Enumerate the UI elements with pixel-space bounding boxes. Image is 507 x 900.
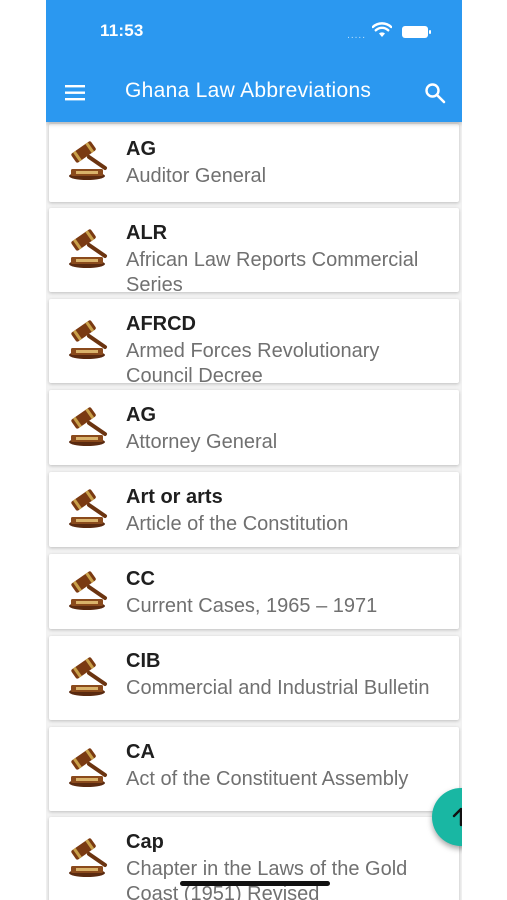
gavel-icon [69, 407, 107, 446]
abbreviation-meaning: Article of the Constitution [126, 513, 349, 535]
wifi-icon [372, 22, 392, 37]
abbreviation-label: CIB [126, 650, 161, 672]
gavel-icon [69, 657, 107, 696]
phone-screen: 11:53 ..... Ghana Law Abbreviations AG Au… [46, 0, 462, 900]
abbreviation-label: Art or arts [126, 486, 223, 508]
abbreviation-meaning: Current Cases, 1965 – 1971 [126, 595, 378, 617]
list-item[interactable]: CC Current Cases, 1965 – 1971 [49, 554, 459, 629]
menu-icon[interactable] [65, 82, 87, 104]
gavel-icon [69, 320, 107, 359]
list-item[interactable]: Cap Chapter in the Laws of the Gold Coast… [49, 817, 459, 900]
abbreviation-meaning: Armed Forces Revolutionary Council Decre… [126, 340, 380, 387]
list-item[interactable]: AG Auditor General [49, 124, 459, 202]
list-item[interactable]: CA Act of the Constituent Assembly [49, 727, 459, 811]
gavel-icon [69, 141, 107, 180]
gavel-icon [69, 229, 107, 268]
app-bar: 11:53 ..... Ghana Law Abbreviations [46, 0, 462, 122]
abbreviation-label: AFRCD [126, 313, 196, 335]
list-item[interactable]: Art or arts Article of the Constitution [49, 472, 459, 547]
abbreviation-label: CA [126, 741, 155, 763]
page-title: Ghana Law Abbreviations [125, 79, 372, 102]
abbreviation-meaning: Attorney General [126, 431, 278, 453]
abbreviation-meaning: Chapter in the Laws of the Gold Coast (1… [126, 858, 408, 900]
abbreviation-meaning: Act of the Constituent Assembly [126, 768, 409, 790]
abbreviation-label: Cap [126, 831, 164, 853]
abbreviation-label: ALR [126, 222, 168, 244]
status-time: 11:53 [100, 21, 144, 40]
list-item[interactable]: AFRCD Armed Forces Revolutionary Council … [49, 299, 459, 387]
abbreviation-label: CC [126, 568, 155, 590]
list-item[interactable]: CIB Commercial and Industrial Bulletin [49, 636, 459, 720]
list-item[interactable]: AG Attorney General [49, 390, 459, 465]
gavel-icon [69, 838, 107, 877]
list-item[interactable]: ALR African Law Reports Commercial Series [49, 208, 459, 296]
gavel-icon [69, 748, 107, 787]
gavel-icon [69, 489, 107, 528]
arrow-up-icon [452, 807, 462, 827]
battery-icon [402, 26, 431, 38]
gavel-icon [69, 571, 107, 610]
home-indicator [180, 881, 330, 886]
abbreviation-meaning: African Law Reports Commercial Series [126, 249, 419, 296]
abbreviation-meaning: Commercial and Industrial Bulletin [126, 677, 430, 699]
search-icon[interactable] [424, 82, 446, 104]
signal-dots: ..... [347, 30, 366, 41]
abbreviation-label: AG [126, 138, 156, 160]
abbreviation-label: AG [126, 404, 156, 426]
abbreviation-meaning: Auditor General [126, 165, 267, 187]
